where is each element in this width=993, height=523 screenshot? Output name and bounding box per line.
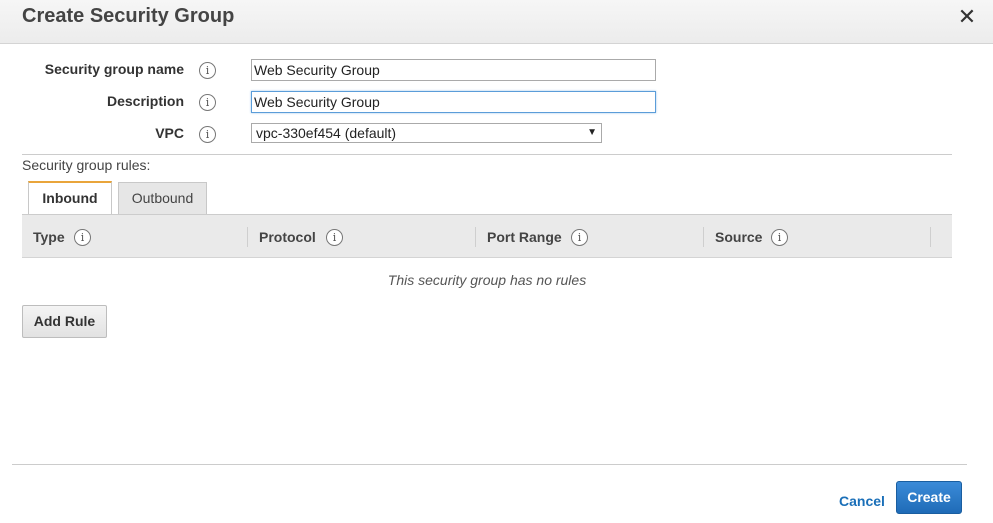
column-divider (247, 227, 248, 247)
footer-divider (12, 464, 967, 465)
info-icon[interactable]: i (326, 229, 343, 246)
tab-outbound[interactable]: Outbound (118, 182, 207, 215)
rules-table-header: Type i Protocol i Port Range i Source i (22, 214, 952, 258)
tab-inbound[interactable]: Inbound (28, 181, 112, 215)
column-header-source[interactable]: Source (715, 215, 762, 259)
info-icon[interactable]: i (199, 94, 216, 111)
column-divider (703, 227, 704, 247)
column-header-label: Protocol (259, 229, 316, 245)
vpc-select[interactable]: vpc-330ef454 (default) ▼ (251, 123, 602, 143)
dialog-title: Create Security Group (22, 5, 235, 27)
security-group-name-input[interactable] (251, 59, 656, 81)
info-icon[interactable]: i (571, 229, 588, 246)
column-header-label: Type (33, 229, 65, 245)
info-icon[interactable]: i (199, 62, 216, 79)
dialog-header: Create Security Group ✕ (0, 0, 993, 44)
column-divider (930, 227, 931, 247)
vpc-select-value: vpc-330ef454 (default) (256, 125, 397, 141)
column-header-label: Source (715, 229, 763, 245)
dropdown-arrow-icon: ▼ (587, 127, 597, 138)
vpc-label: VPC (155, 125, 184, 141)
info-icon[interactable]: i (199, 126, 216, 143)
description-label: Description (106, 93, 184, 109)
cancel-button[interactable]: Cancel (839, 493, 885, 509)
add-rule-button[interactable]: Add Rule (22, 305, 107, 338)
info-icon[interactable]: i (771, 229, 788, 246)
section-divider (22, 154, 952, 155)
column-divider (475, 227, 476, 247)
column-header-type[interactable]: Type (33, 215, 65, 259)
create-button[interactable]: Create (896, 481, 962, 514)
column-header-protocol[interactable]: Protocol (259, 215, 316, 259)
column-header-port-range[interactable]: Port Range (487, 215, 562, 259)
close-icon[interactable]: ✕ (956, 6, 978, 28)
info-icon[interactable]: i (74, 229, 91, 246)
column-header-label: Port Range (487, 229, 562, 245)
security-group-name-label: Security group name (44, 61, 184, 77)
empty-rules-message: This security group has no rules (387, 272, 587, 288)
description-input[interactable] (251, 91, 656, 113)
security-group-rules-label: Security group rules: (22, 157, 151, 173)
